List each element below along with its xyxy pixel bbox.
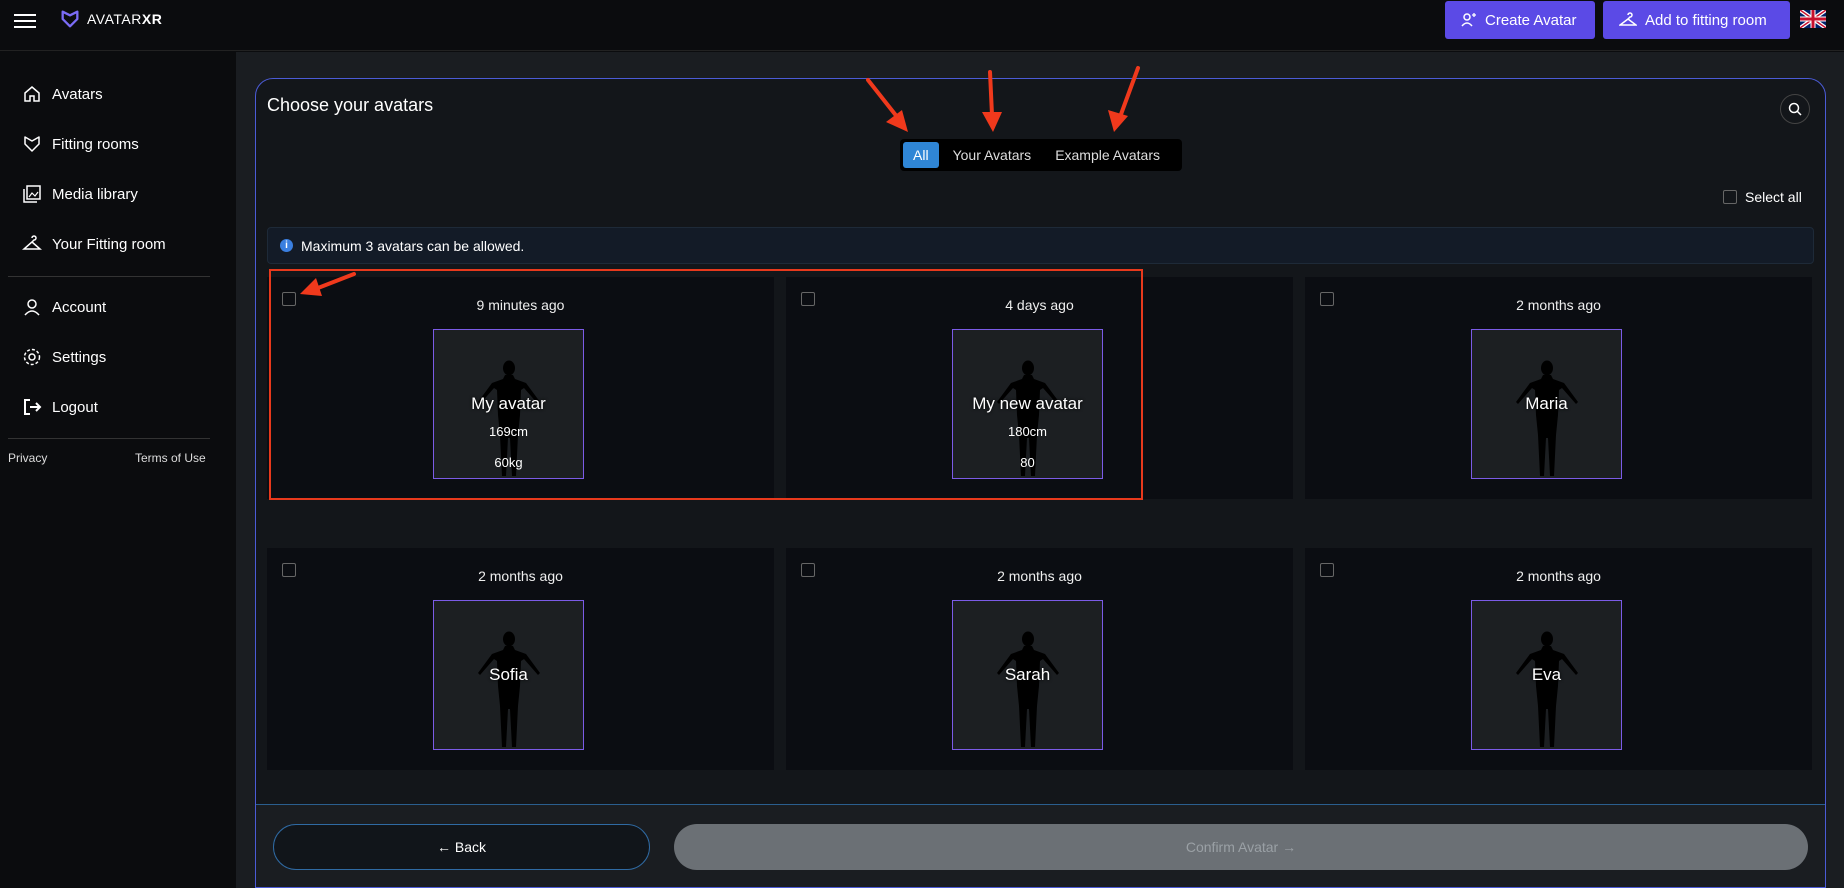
create-avatar-label: Create Avatar (1485, 11, 1577, 29)
sidebar-item-label: Settings (52, 348, 107, 366)
avatar-name: Eva (1531, 665, 1562, 684)
avatar-height: 180cm (1007, 424, 1048, 439)
avatar-thumbnail[interactable]: Maria (1471, 329, 1622, 479)
avatar-created-time: 2 months ago (478, 568, 563, 584)
avatar-created-time: 2 months ago (997, 568, 1082, 584)
home-icon (24, 86, 40, 102)
back-button[interactable]: ← Back (273, 824, 650, 870)
top-bar: AVATARXR Create Avatar Add to fitting ro… (0, 0, 1844, 51)
add-to-fitting-room-button[interactable]: Add to fitting room (1603, 1, 1790, 39)
select-all-control[interactable]: Select all (1723, 189, 1802, 205)
sparkle-user-icon (1461, 13, 1476, 27)
terms-link[interactable]: Terms of Use (135, 451, 206, 465)
avatar-card[interactable]: 9 minutes ago My avatar 169cm 60kg (267, 277, 774, 499)
avatar-name: Maria (1525, 394, 1568, 413)
avatar-name: My avatar (471, 394, 546, 413)
confirm-avatar-button[interactable]: Confirm Avatar → (674, 824, 1808, 870)
tab-all[interactable]: All (903, 142, 939, 168)
sidebar-item-label: Your Fitting room (52, 235, 166, 253)
info-icon: i (280, 239, 293, 252)
sidebar-item-label: Account (52, 298, 107, 316)
search-icon (1788, 102, 1802, 116)
sidebar-item-avatars[interactable]: Avatars (22, 84, 103, 104)
avatar-name: Sarah (1004, 665, 1051, 684)
hanger-icon (1619, 12, 1637, 26)
select-all-label: Select all (1745, 189, 1802, 205)
sidebar-item-logout[interactable]: Logout (22, 397, 98, 417)
hanger-icon (22, 235, 42, 250)
avatar-figure-icon (1516, 631, 1578, 747)
avatar-card[interactable]: 2 months ago Maria (1305, 277, 1812, 499)
page-title: Choose your avatars (267, 95, 434, 115)
sidebar-item-label: Logout (52, 398, 98, 416)
uk-flag-icon[interactable] (1800, 10, 1826, 28)
sidebar-item-your-fitting-room[interactable]: Your Fitting room (22, 234, 166, 254)
avatar-card[interactable]: 2 months ago Sarah (786, 548, 1293, 770)
sidebar-item-label: Avatars (52, 85, 103, 103)
logo[interactable]: AVATARXR (59, 8, 162, 30)
sidebar-item-media-library[interactable]: Media library (22, 184, 138, 204)
logo-text-bold: XR (141, 11, 163, 27)
avatar-figure-icon (478, 631, 540, 747)
avatar-name: Sofia (489, 665, 528, 684)
avatar-filter-tabs: All Your Avatars Example Avatars (900, 139, 1182, 171)
panel-footer: ← Back Confirm Avatar → (256, 804, 1825, 887)
avatar-card[interactable]: 2 months ago Sofia (267, 548, 774, 770)
info-text: Maximum 3 avatars can be allowed. (301, 237, 525, 254)
avatar-name: My new avatar (972, 394, 1083, 413)
tab-your-avatars[interactable]: Your Avatars (943, 142, 1042, 168)
sidebar-divider (8, 438, 210, 439)
search-button[interactable] (1780, 94, 1810, 124)
avatar-created-time: 9 minutes ago (476, 297, 565, 313)
avatar-created-time: 4 days ago (1005, 297, 1074, 313)
avatar-created-time: 2 months ago (1516, 297, 1601, 313)
sidebar-item-fitting-rooms[interactable]: Fitting rooms (22, 134, 139, 154)
avatar-weight: 60kg (494, 455, 523, 470)
menu-icon[interactable] (14, 10, 36, 32)
avatar-figure-icon (997, 631, 1059, 747)
tab-example-avatars[interactable]: Example Avatars (1045, 142, 1170, 168)
create-avatar-button[interactable]: Create Avatar (1445, 1, 1595, 39)
logout-icon (24, 399, 42, 415)
logo-text-light: AVATAR (87, 11, 142, 27)
avatar-created-time: 2 months ago (1516, 568, 1601, 584)
choose-avatars-panel: Choose your avatars All Your Avatars Exa… (255, 78, 1826, 888)
avatar-thumbnail[interactable]: Eva (1471, 600, 1622, 750)
add-to-fitting-room-label: Add to fitting room (1645, 11, 1767, 29)
sidebar-item-settings[interactable]: Settings (22, 347, 106, 367)
gear-icon (23, 348, 41, 366)
avatar-height: 169cm (488, 424, 529, 439)
avatar-figure-icon (1516, 360, 1578, 476)
avatar-card[interactable]: 4 days ago My new avatar 180cm 80 (786, 277, 1293, 499)
select-all-checkbox[interactable] (1723, 190, 1737, 204)
sidebar-item-label: Media library (52, 185, 138, 203)
sidebar-divider (8, 276, 210, 277)
avatar-thumbnail[interactable]: Sarah (952, 600, 1103, 750)
logo-icon (61, 10, 79, 28)
sidebar-item-label: Fitting rooms (52, 135, 139, 153)
avatar-card[interactable]: 2 months ago Eva (1305, 548, 1812, 770)
privacy-link[interactable]: Privacy (8, 451, 47, 465)
avatar-weight: 80 (1020, 455, 1035, 470)
sidebar-item-account[interactable]: Account (22, 297, 106, 317)
info-banner: i Maximum 3 avatars can be allowed. (267, 227, 1814, 264)
media-library-icon (23, 185, 41, 203)
avatar-thumbnail[interactable]: My avatar 169cm 60kg (433, 329, 584, 479)
avatar-thumbnail[interactable]: My new avatar 180cm 80 (952, 329, 1103, 479)
sidebar: Avatars Fitting rooms Media library Your… (0, 52, 236, 888)
fitting-rooms-icon (24, 136, 40, 152)
user-icon (24, 299, 40, 316)
avatar-thumbnail[interactable]: Sofia (433, 600, 584, 750)
